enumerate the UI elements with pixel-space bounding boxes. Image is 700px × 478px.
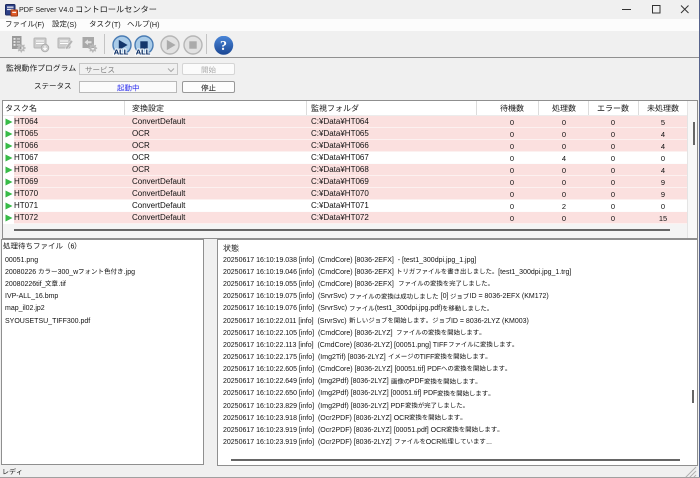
svg-text:ALL: ALL [136, 48, 151, 57]
svg-text:?: ? [220, 39, 227, 54]
svg-text:ALL: ALL [114, 48, 129, 57]
